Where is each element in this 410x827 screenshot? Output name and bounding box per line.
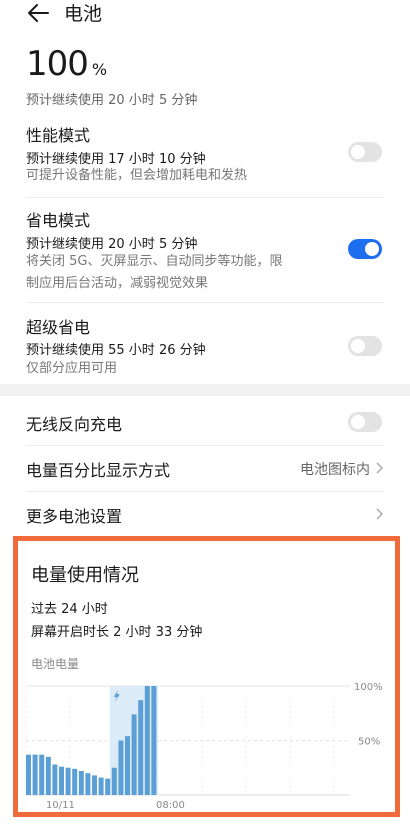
x-tick-label: 10/11 <box>46 800 75 811</box>
battery-remaining-time: 预计继续使用 20 小时 5 分钟 <box>26 93 198 108</box>
chevron-right-icon <box>376 462 384 474</box>
chart-bar <box>78 771 84 795</box>
x-tick-label: 08:00 <box>156 800 185 811</box>
chart-bar <box>85 773 91 795</box>
page-title: 电池 <box>64 3 103 25</box>
wireless-reverse-charging-toggle[interactable] <box>348 412 382 432</box>
super-power-saving-row[interactable]: 超级省电 预计继续使用 55 小时 26 分钟 仅部分应用可用 <box>0 310 410 382</box>
chart-bar <box>131 714 137 795</box>
battery-percentage-unit: % <box>91 60 108 79</box>
divider <box>26 197 384 198</box>
battery-percentage: 100% <box>26 44 107 84</box>
chart-bar <box>92 775 97 795</box>
header: 电池 <box>0 0 410 30</box>
wireless-reverse-charging-row[interactable]: 无线反向充电 <box>0 398 410 444</box>
y-tick-label: 50% <box>358 737 380 748</box>
super-power-saving-toggle[interactable] <box>348 336 382 356</box>
battery-usage-section[interactable]: 电量使用情况 过去 24 小时 屏幕开启时长 2 小时 33 分钟 电池电量 1… <box>13 536 400 817</box>
y-tick-label: 100% <box>354 682 383 693</box>
divider <box>26 302 384 303</box>
chart-bar <box>59 766 64 795</box>
percentage-display-row[interactable]: 电量百分比显示方式 电池图标内 <box>0 446 410 490</box>
super-power-saving-description: 仅部分应用可用 <box>26 361 118 376</box>
power-saving-mode-row[interactable]: 省电模式 预计继续使用 20 小时 5 分钟 将关闭 5G、灭屏显示、自动同步等… <box>0 204 410 302</box>
battery-level-chart[interactable]: 100% 50% 10/11 08:00 <box>18 673 395 813</box>
wireless-reverse-charging-title: 无线反向充电 <box>26 415 123 434</box>
battery-usage-time-range: 过去 24 小时 <box>31 602 108 617</box>
chart-bar <box>52 764 58 795</box>
battery-usage-title: 电量使用情况 <box>31 565 139 586</box>
power-saving-mode-description-line-1: 将关闭 5G、灭屏显示、自动同步等功能，限 <box>26 254 283 269</box>
chart-bar <box>105 778 111 795</box>
chart-bar <box>138 700 144 795</box>
chart-bar <box>151 686 157 795</box>
chart-bar <box>125 736 130 795</box>
performance-mode-description: 可提升设备性能，但会增加耗电和发热 <box>26 168 248 183</box>
power-saving-mode-estimate: 预计继续使用 20 小时 5 分钟 <box>26 237 198 252</box>
more-battery-settings-title: 更多电池设置 <box>26 507 123 526</box>
chart-bar <box>144 686 150 795</box>
chart-bar <box>98 777 104 795</box>
chart-bar <box>72 768 78 795</box>
percentage-display-value: 电池图标内 <box>300 462 370 478</box>
power-saving-mode-toggle[interactable] <box>348 239 382 259</box>
chart-title: 电池电量 <box>31 657 80 671</box>
chart-bar <box>39 754 45 795</box>
chart-bar <box>45 756 51 795</box>
chevron-right-icon <box>376 508 384 520</box>
performance-mode-row[interactable]: 性能模式 预计继续使用 17 小时 10 分钟 可提升设备性能，但会增加耗电和发… <box>0 118 410 190</box>
more-battery-settings-row[interactable]: 更多电池设置 <box>0 492 410 534</box>
chart-bar <box>111 767 117 795</box>
chart-bar <box>26 754 31 795</box>
chart-bar <box>32 754 38 795</box>
percentage-display-title: 电量百分比显示方式 <box>26 461 171 480</box>
performance-mode-toggle[interactable] <box>348 142 382 162</box>
back-arrow-icon[interactable] <box>26 2 50 24</box>
section-gap <box>0 384 410 396</box>
performance-mode-title: 性能模式 <box>26 126 91 145</box>
super-power-saving-title: 超级省电 <box>26 318 91 337</box>
chart-bar <box>65 767 71 795</box>
power-saving-mode-description-line-2: 制应用后台活动，减弱视觉效果 <box>26 276 209 291</box>
chart-bar <box>118 740 124 795</box>
super-power-saving-estimate: 预计继续使用 55 小时 26 分钟 <box>26 343 206 358</box>
screen-on-duration: 屏幕开启时长 2 小时 33 分钟 <box>31 625 203 640</box>
power-saving-mode-title: 省电模式 <box>26 211 91 230</box>
battery-percentage-value: 100 <box>26 44 89 84</box>
